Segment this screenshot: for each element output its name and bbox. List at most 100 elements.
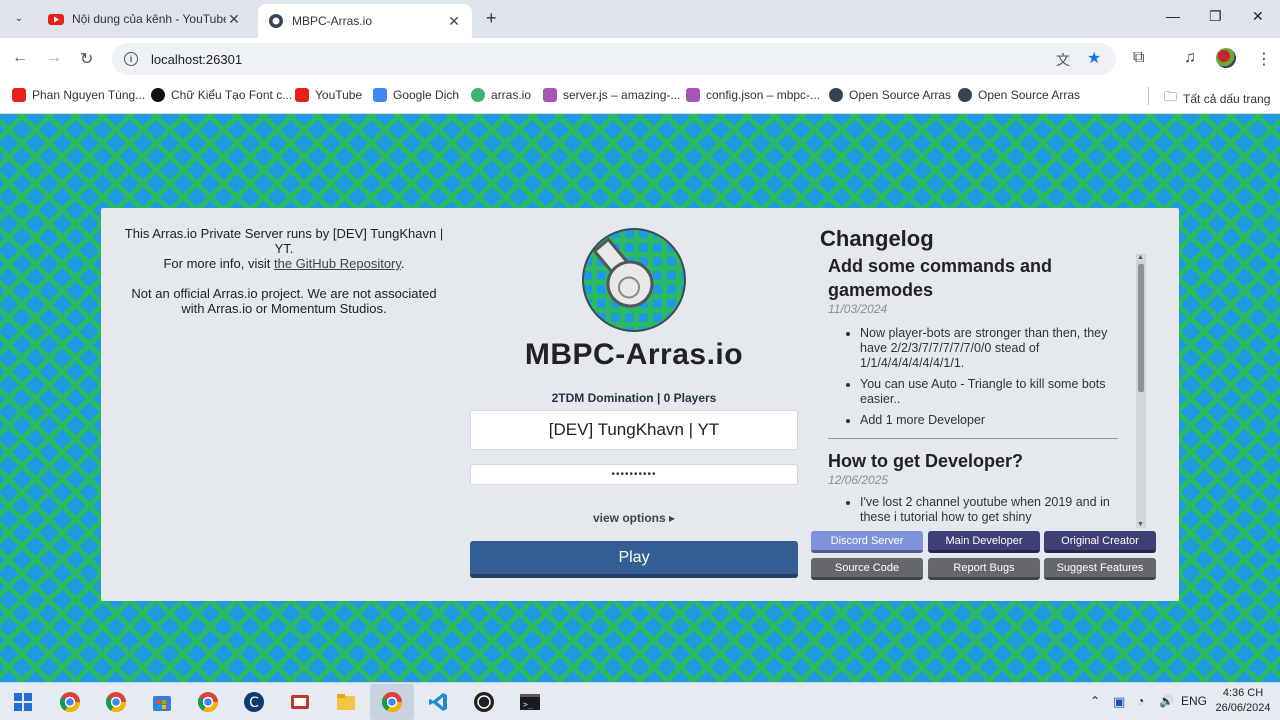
entry-item: I've lost 2 channel youtube when 2019 an… bbox=[860, 495, 1120, 525]
bookmark-item[interactable]: Open Source Arras bbox=[958, 88, 1080, 102]
svg-text:C: C bbox=[249, 695, 259, 711]
capcut-icon[interactable]: C bbox=[243, 691, 265, 713]
changelog-entry: How to get Developer? 12/06/2025 I've lo… bbox=[828, 449, 1120, 525]
extensions-icon[interactable]: ⧉ bbox=[1133, 49, 1144, 67]
info-line: This Arras.io Private Server runs by [DE… bbox=[124, 226, 444, 256]
tab-search-button[interactable]: ⌄ bbox=[8, 7, 30, 29]
start-menu-panel: This Arras.io Private Server runs by [DE… bbox=[101, 208, 1179, 601]
tab-title: Nội dung của kênh - YouTube S bbox=[72, 12, 226, 26]
font-site-icon bbox=[151, 88, 165, 102]
view-options-toggle[interactable]: view options ▸ bbox=[470, 511, 798, 525]
clock-date: 26/06/2024 bbox=[1215, 702, 1271, 714]
chrome-icon[interactable] bbox=[105, 691, 127, 713]
menu-kebab-icon[interactable]: ⋮ bbox=[1256, 49, 1272, 69]
tab-title: MBPC-Arras.io bbox=[292, 14, 373, 28]
language-indicator[interactable]: ENG bbox=[1181, 694, 1207, 708]
tab-mbpc-arras[interactable]: MBPC-Arras.io ✕ bbox=[258, 4, 472, 38]
entry-item: You can use Auto - Triangle to kill some… bbox=[860, 377, 1120, 407]
windows-start-icon[interactable] bbox=[12, 691, 34, 713]
bookmark-item[interactable]: Open Source Arras bbox=[829, 88, 951, 102]
source-code-button[interactable]: Source Code bbox=[811, 558, 923, 580]
bookmark-item[interactable]: server.js – amazing-... bbox=[543, 88, 680, 102]
vscode-icon[interactable] bbox=[427, 691, 449, 713]
server-status: 2TDM Domination | 0 Players bbox=[551, 391, 717, 405]
restore-icon[interactable]: ❐ bbox=[1209, 8, 1222, 25]
scroll-up-icon[interactable]: ▲ bbox=[1137, 254, 1144, 261]
disclaimer-text: Not an official Arras.io project. We are… bbox=[131, 286, 437, 316]
translate-icon[interactable]: 文 bbox=[1056, 50, 1070, 70]
system-clock[interactable]: 4:36 CH 26/06/2024 bbox=[1210, 686, 1276, 716]
bookmark-item[interactable]: arras.io bbox=[471, 88, 531, 102]
bookmark-separator bbox=[1148, 87, 1149, 105]
bookmark-item[interactable]: YouTube bbox=[295, 88, 362, 102]
game-title: MBPC-Arras.io bbox=[524, 338, 744, 371]
bookmark-item[interactable]: Chữ Kiểu Tạo Font c... bbox=[151, 88, 292, 102]
game-logo bbox=[582, 228, 686, 332]
arras-favicon-icon bbox=[269, 14, 283, 28]
info-line: For more info, visit the GitHub Reposito… bbox=[163, 256, 405, 271]
discord-server-button[interactable]: Discord Server bbox=[811, 531, 923, 553]
entry-date: 12/06/2025 bbox=[828, 473, 889, 487]
file-explorer-icon[interactable] bbox=[335, 691, 357, 713]
forward-icon[interactable]: → bbox=[46, 49, 62, 67]
changelog-list[interactable]: Add some commands and gamemodes 11/03/20… bbox=[828, 254, 1120, 528]
media-control-icon[interactable]: ♫ bbox=[1184, 49, 1196, 67]
changelog-entry: Add some commands and gamemodes 11/03/20… bbox=[828, 254, 1120, 428]
new-tab-button[interactable]: + bbox=[486, 8, 497, 29]
arras-favicon-icon bbox=[829, 88, 843, 102]
entry-date: 11/03/2024 bbox=[828, 302, 888, 316]
url-text: localhost:26301 bbox=[151, 51, 243, 67]
youtube-icon bbox=[48, 14, 64, 25]
entry-item: Add 1 more Developer bbox=[860, 413, 1120, 428]
bookmarks-bar: Phan Nguyen Tùng... Chữ Kiểu Tạo Font c.… bbox=[0, 80, 1280, 114]
address-bar[interactable]: i localhost:26301 bbox=[112, 43, 1116, 75]
entry-title: How to get Developer? bbox=[828, 451, 1024, 471]
glitch-icon bbox=[686, 88, 700, 102]
microsoft-store-icon[interactable] bbox=[151, 691, 173, 713]
browser-toolbar: ← → ↻ i localhost:26301 文 ★ ⧉ ♫ ⋮ bbox=[0, 38, 1280, 80]
site-info-icon[interactable]: i bbox=[124, 52, 138, 66]
close-tab-icon[interactable]: ✕ bbox=[226, 11, 242, 28]
obs-icon[interactable] bbox=[473, 691, 495, 713]
suggest-features-button[interactable]: Suggest Features bbox=[1044, 558, 1156, 580]
reload-icon[interactable]: ↻ bbox=[80, 49, 93, 69]
report-bugs-button[interactable]: Report Bugs bbox=[928, 558, 1040, 580]
back-icon[interactable]: ← bbox=[12, 49, 28, 67]
minimize-icon[interactable]: — bbox=[1166, 8, 1180, 24]
tab-strip: ⌄ Nội dung của kênh - YouTube S ✕ MBPC-A… bbox=[0, 0, 1280, 38]
tray-overflow-icon[interactable]: ⌃ bbox=[1090, 694, 1100, 708]
token-input[interactable] bbox=[470, 464, 798, 485]
all-bookmarks-folder[interactable]: 🗀 Tất cả dấu trang bbox=[1164, 88, 1270, 110]
app-icon[interactable] bbox=[289, 691, 311, 713]
chrome-icon[interactable] bbox=[59, 691, 81, 713]
main-developer-button[interactable]: Main Developer bbox=[928, 531, 1040, 553]
profile-avatar[interactable] bbox=[1216, 48, 1236, 68]
terminal-icon[interactable]: >_ bbox=[519, 691, 541, 713]
arras-icon bbox=[471, 88, 485, 102]
player-name-input[interactable] bbox=[470, 410, 798, 450]
clock-time: 4:36 CH bbox=[1222, 687, 1264, 699]
play-button[interactable]: Play bbox=[470, 541, 798, 578]
chrome-icon[interactable] bbox=[381, 691, 403, 713]
youtube-icon bbox=[12, 88, 26, 102]
game-background: This Arras.io Private Server runs by [DE… bbox=[0, 114, 1280, 682]
bookmark-item[interactable]: config.json – mbpc-... bbox=[686, 88, 820, 102]
network-icon[interactable]: ◔ bbox=[1137, 694, 1144, 708]
entry-title: Add some commands and gamemodes bbox=[828, 256, 1053, 300]
scrollbar-thumb[interactable] bbox=[1138, 264, 1144, 392]
bookmark-item[interactable]: Phan Nguyen Tùng... bbox=[12, 88, 145, 102]
original-creator-button[interactable]: Original Creator bbox=[1044, 531, 1156, 553]
google-translate-icon bbox=[373, 88, 387, 102]
bookmark-item[interactable]: Google Dịch bbox=[373, 88, 459, 102]
close-tab-icon[interactable]: ✕ bbox=[446, 13, 462, 30]
glitch-icon bbox=[543, 88, 557, 102]
github-link[interactable]: the GitHub Repository bbox=[274, 256, 401, 271]
chrome-icon[interactable] bbox=[197, 691, 219, 713]
tray-app-icon[interactable]: ▣ bbox=[1113, 694, 1125, 710]
bookmark-star-icon[interactable]: ★ bbox=[1087, 48, 1101, 68]
close-window-icon[interactable]: ✕ bbox=[1252, 8, 1264, 25]
tab-youtube[interactable]: Nội dung của kênh - YouTube S ✕ bbox=[38, 4, 252, 34]
scroll-down-icon[interactable]: ▼ bbox=[1137, 521, 1144, 528]
volume-icon[interactable]: 🔊 bbox=[1159, 694, 1174, 708]
changelog-scrollbar[interactable]: ▲ ▼ bbox=[1136, 254, 1146, 528]
